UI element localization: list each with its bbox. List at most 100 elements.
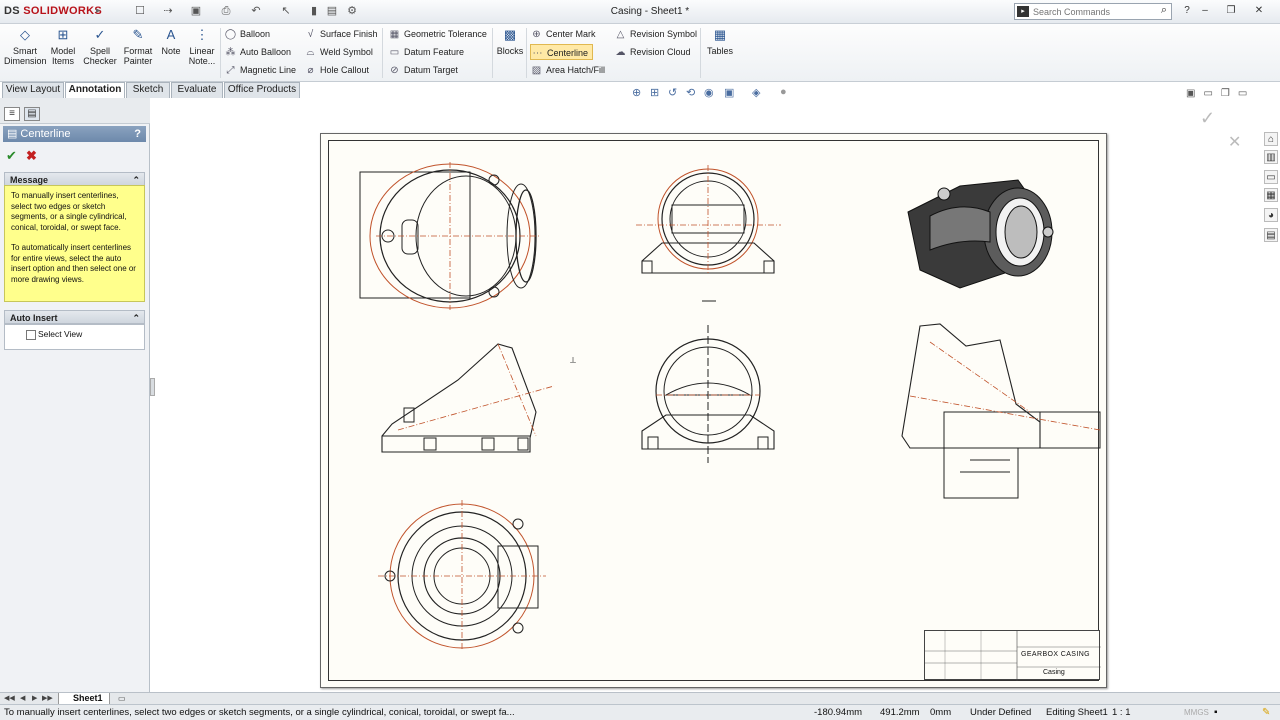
status-units[interactable]: MMGS (1184, 705, 1209, 720)
file-properties-icon[interactable]: ▤ (324, 4, 340, 19)
panel-splitter[interactable] (150, 378, 155, 396)
tab-annotation[interactable]: Annotation (65, 82, 125, 99)
viewport-window-buttons[interactable]: ▣▭❐▭ (1186, 88, 1255, 99)
magnetic-line-button[interactable]: ⤢ Magnetic Line (224, 62, 297, 78)
message-group-header[interactable]: Message ⌃ (4, 172, 145, 186)
area-hatch-button[interactable]: ▨ Area Hatch/Fill (530, 62, 605, 78)
rebuild-status-icon[interactable]: ▪ (1214, 705, 1218, 720)
weld-symbol-button[interactable]: ⌓ Weld Symbol (304, 44, 373, 60)
tab-evaluate[interactable]: Evaluate (171, 82, 223, 98)
model-items-button[interactable]: ⊞ Model Items (48, 26, 78, 66)
collapse-icon[interactable]: ⌃ (132, 311, 140, 325)
solidworks-logo[interactable]: DS SOLIDWORKS (4, 5, 102, 17)
home-icon[interactable]: ⌂ (1264, 132, 1278, 146)
rebuild-icon[interactable]: ▮ (306, 4, 322, 19)
title-block[interactable]: GEARBOX CASING Casing (924, 630, 1101, 681)
format-painter-button[interactable]: ✎ Format Painter (120, 26, 156, 66)
datum-feature-button[interactable]: ▭ Datum Feature (388, 44, 464, 60)
save-icon[interactable]: ▣ (188, 4, 204, 19)
file-explorer-icon[interactable]: ▭ (1264, 170, 1278, 184)
property-manager-icon[interactable]: ▤ (24, 107, 40, 121)
last-sheet-icon[interactable]: ▶▶ (42, 694, 53, 702)
manager-tabs: ≡ ▤ (0, 98, 150, 124)
undo-icon[interactable]: ↶ (248, 4, 264, 19)
search-box[interactable]: ▸ ⌕ (1014, 3, 1172, 20)
zoom-area-icon[interactable]: ⊞ (650, 86, 659, 99)
confirm-corner-cancel-icon[interactable]: ✕ (1228, 132, 1241, 152)
centerline-label: Centerline (547, 48, 589, 58)
drawing-view-bottom[interactable] (378, 500, 548, 650)
drawing-view-side-right[interactable] (900, 322, 1105, 502)
options-icon[interactable]: ⚙ (344, 4, 360, 19)
minimize-icon[interactable]: – (1198, 4, 1212, 18)
previous-view-icon[interactable]: ↺ (668, 86, 677, 99)
revision-cloud-button[interactable]: ☁ Revision Cloud (614, 44, 691, 60)
rotate-icon[interactable]: ⟲ (686, 86, 695, 99)
zoom-fit-icon[interactable]: ⊕ (632, 86, 641, 99)
geometric-tolerance-button[interactable]: ▦ Geometric Tolerance (388, 26, 487, 42)
tab-office-products[interactable]: Office Products (224, 82, 300, 98)
appearances-icon[interactable]: ◕ (1264, 208, 1278, 222)
linear-note-label: Linear Note... (188, 46, 216, 66)
select-view-checkbox[interactable] (26, 330, 36, 340)
datum-feature-label: Datum Feature (404, 47, 465, 57)
open-icon[interactable]: ⇢ (160, 4, 176, 19)
restore-icon[interactable]: ❐ (1224, 4, 1238, 18)
print-icon[interactable]: ⎙ (218, 4, 234, 19)
status-scale[interactable]: 1 : 1 (1112, 705, 1131, 720)
prev-sheet-icon[interactable]: ◀ (20, 694, 25, 702)
help-icon[interactable]: ? (1180, 4, 1194, 18)
balloon-button[interactable]: ◯ Balloon (224, 26, 270, 42)
revision-symbol-icon: △ (616, 29, 625, 40)
revision-cloud-icon: ☁ (615, 47, 626, 58)
close-icon[interactable]: ✕ (1252, 4, 1266, 18)
help-button[interactable]: ? (134, 126, 141, 142)
search-icon[interactable]: ⌕ (1161, 4, 1167, 17)
search-input[interactable] (1033, 5, 1151, 18)
select-icon[interactable]: ↖ (278, 4, 294, 19)
blocks-button[interactable]: ▩ Blocks (496, 26, 524, 56)
cursor-icon: ⟂ (570, 355, 577, 365)
auto-balloon-button[interactable]: ⁂ Auto Balloon (224, 44, 292, 60)
cancel-x-icon[interactable]: ✖ (26, 148, 37, 164)
auto-insert-group-header[interactable]: Auto Insert ⌃ (4, 310, 145, 324)
status-definition: Under Defined (970, 707, 1032, 718)
drawing-view-section[interactable] (636, 325, 781, 465)
drawing-view-top[interactable] (636, 165, 781, 305)
tab-view-layout[interactable]: View Layout (2, 82, 64, 98)
view-palette-icon[interactable]: ▦ (1264, 188, 1278, 202)
display-style-icon[interactable]: ▣ (724, 86, 734, 99)
geometric-tolerance-label: Geometric Tolerance (404, 29, 487, 39)
drawing-view-side-left[interactable] (378, 340, 558, 455)
smart-dimension-button[interactable]: ◇ Smart Dimension (4, 26, 47, 66)
custom-properties-icon[interactable]: ▤ (1264, 228, 1278, 242)
hole-callout-button[interactable]: ⌀ Hole Callout (304, 62, 369, 78)
note-button[interactable]: A Note (158, 26, 184, 56)
appearance-icon[interactable]: ● (780, 86, 787, 98)
center-mark-button[interactable]: ⊕ Center Mark (530, 26, 595, 42)
new-doc-icon[interactable]: ☐ (132, 4, 148, 19)
camera-icon[interactable]: ◉ (704, 86, 714, 99)
status-message: To manually insert centerlines, select t… (4, 707, 515, 718)
ok-check-icon[interactable]: ✔ (6, 148, 17, 164)
revision-symbol-button[interactable]: △ Revision Symbol (614, 26, 697, 42)
hide-show-icon[interactable]: ◈ (752, 86, 760, 99)
drawing-view-isometric[interactable] (900, 172, 1060, 297)
resources-icon[interactable]: ▥ (1264, 150, 1278, 164)
tab-sketch[interactable]: Sketch (126, 82, 170, 98)
datum-target-button[interactable]: ⊘ Datum Target (388, 62, 458, 78)
centerline-button[interactable]: ⋯ Centerline (530, 44, 594, 60)
linear-note-button[interactable]: ⋮ Linear Note... (186, 26, 218, 66)
tables-button[interactable]: ▦ Tables (704, 26, 736, 56)
spell-checker-button[interactable]: ✓ Spell Checker (82, 26, 118, 66)
next-sheet-icon[interactable]: ▶ (32, 694, 37, 702)
status-y-coordinate: 491.2mm (880, 707, 920, 718)
confirm-corner-ok-icon[interactable]: ✓ (1200, 108, 1215, 129)
feature-tree-icon[interactable]: ≡ (4, 107, 20, 121)
drawing-view-front[interactable] (356, 160, 546, 310)
add-sheet-icon[interactable]: ▭ (118, 694, 126, 703)
help-status-icon[interactable]: ✎ (1262, 705, 1270, 720)
surface-finish-button[interactable]: √ Surface Finish (304, 26, 378, 42)
menu-arrow-icon[interactable]: ▸ (96, 5, 101, 16)
first-sheet-icon[interactable]: ◀◀ (4, 694, 15, 702)
